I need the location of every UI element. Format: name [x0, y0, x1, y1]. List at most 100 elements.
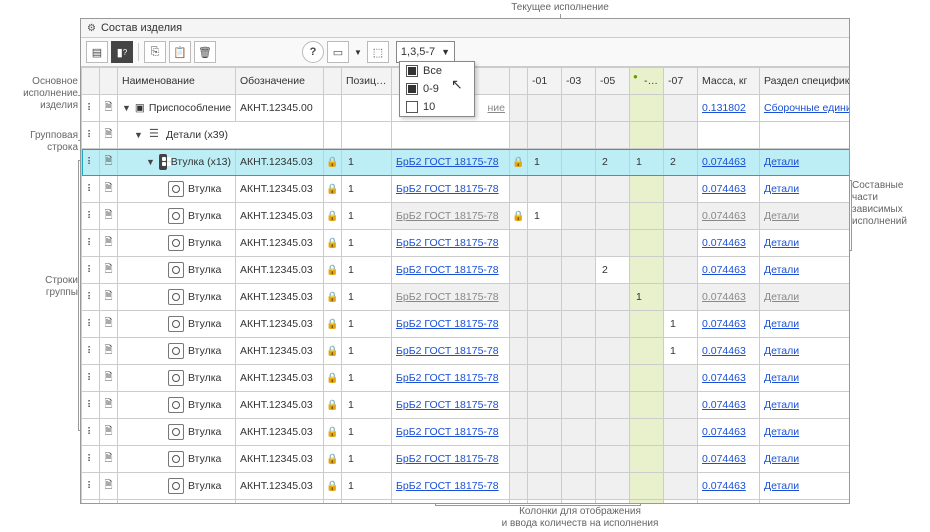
- lock-icon: 🔒: [326, 184, 338, 195]
- table-row[interactable]: ⠇🗎ВтулкаАКНТ.12345.03🔒1БрБ2 ГОСТ 18175-7…: [82, 446, 850, 473]
- section-link[interactable]: Детали: [764, 426, 799, 438]
- material-link[interactable]: ние: [487, 102, 505, 114]
- mass-link[interactable]: 0.074463: [702, 291, 746, 303]
- section-link[interactable]: Детали: [764, 318, 799, 330]
- tree-icon: ⠇: [87, 157, 94, 168]
- mass-link[interactable]: 0.074463: [702, 183, 746, 195]
- doc-icon: 🗎: [104, 210, 112, 221]
- collapse-icon[interactable]: ▼: [146, 157, 155, 167]
- section-link[interactable]: Детали: [764, 183, 799, 195]
- material-link[interactable]: БрБ2 ГОСТ 18175-78: [396, 237, 499, 249]
- doc-icon: 🗎: [104, 426, 112, 437]
- dd-10[interactable]: 10: [400, 98, 474, 116]
- doc-icon: 🗎: [104, 156, 112, 167]
- table-row[interactable]: ⠇🗎ВтулкаАКНТ.12345.03🔒1БрБ2 ГОСТ 18175-7…: [82, 365, 850, 392]
- dd-0-9[interactable]: 0-9: [400, 80, 474, 98]
- section-link[interactable]: Детали: [764, 210, 799, 222]
- gear-icon[interactable]: ⚙: [87, 23, 96, 34]
- table-row[interactable]: ⠇ 🗎 ▼Детали (x39): [82, 122, 850, 149]
- section-link[interactable]: Детали: [764, 291, 799, 303]
- col-q2[interactable]: -03: [562, 68, 596, 95]
- dropdown-arrow-icon[interactable]: ▼: [352, 48, 364, 57]
- col-mass[interactable]: Масса, кг: [698, 68, 760, 95]
- material-link[interactable]: БрБ2 ГОСТ 18175-78: [396, 291, 499, 303]
- material-link[interactable]: БрБ2 ГОСТ 18175-78: [396, 372, 499, 384]
- table-row[interactable]: ⠇🗎ВтулкаАКНТ.12345.03🔒1БрБ2 ГОСТ 18175-7…: [82, 203, 850, 230]
- section-link[interactable]: Детали: [764, 345, 799, 357]
- col-q1[interactable]: -01: [528, 68, 562, 95]
- tree-icon: ⠇: [87, 400, 94, 411]
- mass-link[interactable]: 0.074463: [702, 453, 746, 465]
- table-row[interactable]: ⠇🗎▶Кольцо (x15)АКНТ.12345.04🔒2Сталь 10 Г…: [82, 500, 850, 504]
- copy-button[interactable]: ⎘: [144, 41, 166, 63]
- material-link[interactable]: БрБ2 ГОСТ 18175-78: [396, 210, 499, 222]
- mass-link[interactable]: 0.074463: [702, 318, 746, 330]
- details-button[interactable]: ▮?: [111, 41, 133, 63]
- table-row[interactable]: ⠇🗎ВтулкаАКНТ.12345.03🔒1БрБ2 ГОСТ 18175-7…: [82, 257, 850, 284]
- exec-combo[interactable]: 1,3,5-7 ▼: [396, 41, 455, 63]
- variants-button[interactable]: ⬚: [367, 41, 389, 63]
- material-link[interactable]: БрБ2 ГОСТ 18175-78: [396, 318, 499, 330]
- table-row[interactable]: ⠇🗎ВтулкаАКНТ.12345.03🔒1БрБ2 ГОСТ 18175-7…: [82, 392, 850, 419]
- callout-grouprows: Строкигруппы: [8, 275, 78, 299]
- col-name[interactable]: Наименование: [118, 68, 236, 95]
- section-link[interactable]: Детали: [764, 372, 799, 384]
- section-link[interactable]: Детали: [764, 399, 799, 411]
- group-row[interactable]: ⠇ 🗎 ▼Втулка (x13) АКНТ.12345.03 🔒 1 БрБ2…: [82, 149, 850, 176]
- material-link[interactable]: БрБ2 ГОСТ 18175-78: [396, 426, 499, 438]
- doc-icon: 🗎: [104, 480, 112, 491]
- table-row[interactable]: ⠇🗎ВтулкаАКНТ.12345.03🔒1БрБ2 ГОСТ 18175-7…: [82, 176, 850, 203]
- mass-link[interactable]: 0.074463: [702, 399, 746, 411]
- table-row[interactable]: ⠇🗎ВтулкаАКНТ.12345.03🔒1БрБ2 ГОСТ 18175-7…: [82, 230, 850, 257]
- doc-icon: 🗎: [104, 237, 112, 248]
- col-desig[interactable]: Обозначение: [236, 68, 324, 95]
- collapse-icon[interactable]: ▼: [122, 103, 131, 113]
- section-link[interactable]: Сборочные единицы: [764, 102, 849, 114]
- delete-button[interactable]: 🗑: [194, 41, 216, 63]
- mass-link[interactable]: 0.074463: [702, 264, 746, 276]
- material-link[interactable]: БрБ2 ГОСТ 18175-78: [396, 345, 499, 357]
- table-row[interactable]: ⠇🗎ВтулкаАКНТ.12345.03🔒1БрБ2 ГОСТ 18175-7…: [82, 338, 850, 365]
- table-row[interactable]: ⠇🗎ВтулкаАКНТ.12345.03🔒1БрБ2 ГОСТ 18175-7…: [82, 311, 850, 338]
- mass-link[interactable]: 0.074463: [702, 156, 746, 168]
- col-pos[interactable]: Позиция: [342, 68, 392, 95]
- paste-button[interactable]: 📋: [169, 41, 191, 63]
- col-q3[interactable]: -05: [596, 68, 630, 95]
- doc-icon: 🗎: [104, 318, 112, 329]
- mass-link[interactable]: 0.074463: [702, 480, 746, 492]
- section-link[interactable]: Детали: [764, 453, 799, 465]
- material-link[interactable]: БрБ2 ГОСТ 18175-78: [396, 399, 499, 411]
- material-link[interactable]: БрБ2 ГОСТ 18175-78: [396, 453, 499, 465]
- add-doc-button[interactable]: ▤: [86, 41, 108, 63]
- mass-link[interactable]: 0.131802: [702, 102, 746, 114]
- checkbox-icon: [406, 101, 418, 113]
- section-link[interactable]: Детали: [764, 480, 799, 492]
- lock-icon: 🔒: [512, 211, 524, 222]
- item-icon: [168, 370, 184, 386]
- col-q5[interactable]: -07: [664, 68, 698, 95]
- section-link[interactable]: Детали: [764, 237, 799, 249]
- mass-link[interactable]: 0.074463: [702, 210, 746, 222]
- dd-all[interactable]: Все: [400, 62, 474, 80]
- lock-icon: 🔒: [326, 400, 338, 411]
- material-link[interactable]: БрБ2 ГОСТ 18175-78: [396, 264, 499, 276]
- table-row[interactable]: ⠇🗎ВтулкаАКНТ.12345.03🔒1БрБ2 ГОСТ 18175-7…: [82, 419, 850, 446]
- material-link[interactable]: БрБ2 ГОСТ 18175-78: [396, 156, 499, 168]
- mass-link[interactable]: 0.074463: [702, 345, 746, 357]
- item-icon: [168, 235, 184, 251]
- mass-link[interactable]: 0.074463: [702, 237, 746, 249]
- help-button[interactable]: ?: [302, 41, 324, 63]
- table-row[interactable]: ⠇🗎ВтулкаАКНТ.12345.03🔒1БрБ2 ГОСТ 18175-7…: [82, 473, 850, 500]
- table-row[interactable]: ⠇🗎ВтулкаАКНТ.12345.03🔒1БрБ2 ГОСТ 18175-7…: [82, 284, 850, 311]
- mass-link[interactable]: 0.074463: [702, 372, 746, 384]
- section-link[interactable]: Детали: [764, 156, 799, 168]
- mass-link[interactable]: 0.074463: [702, 426, 746, 438]
- col-q4[interactable]: -06: [630, 68, 664, 95]
- material-link[interactable]: БрБ2 ГОСТ 18175-78: [396, 183, 499, 195]
- view-button[interactable]: ▭: [327, 41, 349, 63]
- material-link[interactable]: БрБ2 ГОСТ 18175-78: [396, 480, 499, 492]
- col-sect[interactable]: Раздел спецификации: [760, 68, 850, 95]
- section-link[interactable]: Детали: [764, 264, 799, 276]
- lock-icon: 🔒: [326, 427, 338, 438]
- collapse-icon[interactable]: ▼: [134, 130, 144, 140]
